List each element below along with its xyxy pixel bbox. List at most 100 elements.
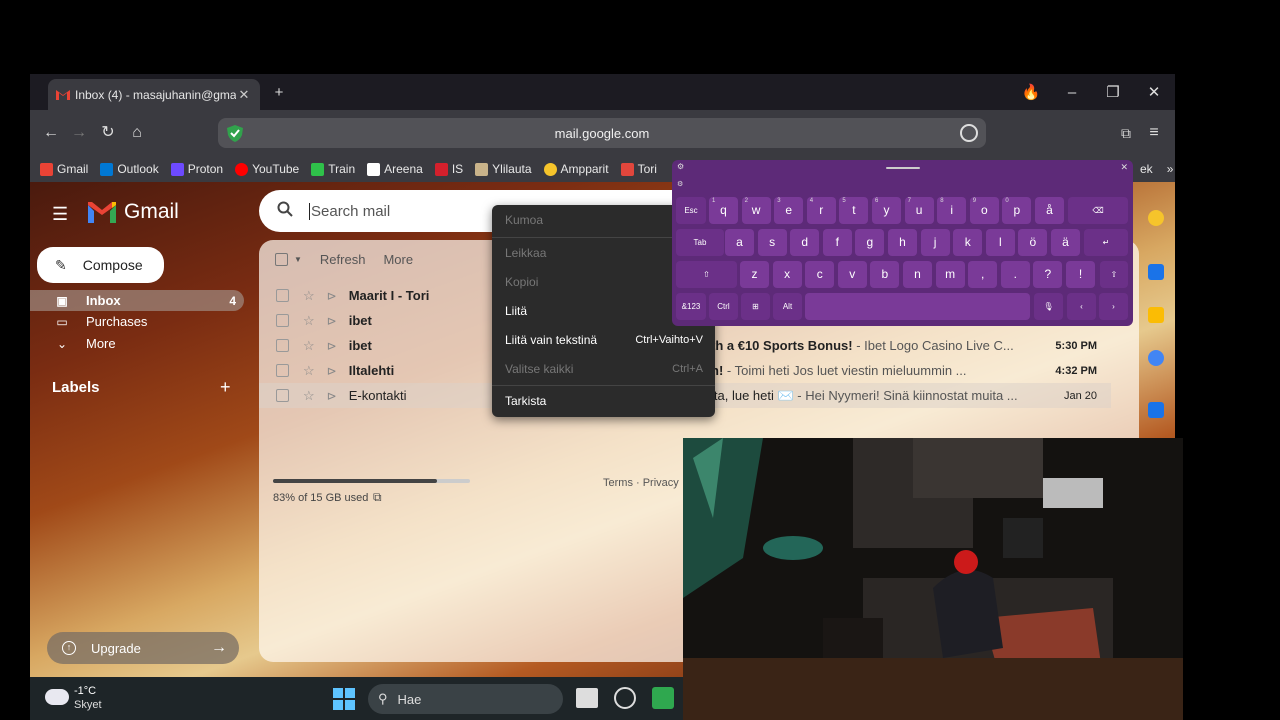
- key-alt[interactable]: Alt: [773, 293, 802, 320]
- flame-icon[interactable]: 🔥: [1020, 82, 1042, 104]
- key-5[interactable]: n: [903, 261, 932, 288]
- home-button[interactable]: ⌂: [126, 122, 148, 144]
- key-esc[interactable]: Esc: [676, 197, 706, 224]
- key-u[interactable]: u7: [904, 197, 934, 224]
- drag-handle[interactable]: [886, 167, 920, 169]
- address-bar[interactable]: mail.google.com: [218, 118, 986, 148]
- key-w[interactable]: w2: [741, 197, 771, 224]
- key-windows[interactable]: ⊞: [741, 293, 770, 320]
- reload-button[interactable]: ↻: [97, 122, 119, 144]
- key-o[interactable]: o9: [969, 197, 999, 224]
- key-1[interactable]: x: [772, 261, 802, 288]
- key-right[interactable]: ›: [1099, 293, 1128, 320]
- new-tab-button[interactable]: +: [268, 82, 290, 104]
- row-checkbox[interactable]: [276, 364, 289, 377]
- ctx-inspect[interactable]: Tarkista: [505, 391, 703, 411]
- browser-app-icon[interactable]: [614, 687, 636, 709]
- keep-icon[interactable]: [1148, 307, 1164, 323]
- star-icon[interactable]: ☆: [303, 388, 315, 404]
- star-icon[interactable]: ☆: [303, 363, 315, 379]
- key-j[interactable]: j: [920, 229, 950, 256]
- back-button[interactable]: ←: [40, 122, 62, 144]
- add-label-icon[interactable]: +: [220, 377, 231, 398]
- key-e[interactable]: e3: [774, 197, 804, 224]
- key-ctrl[interactable]: Ctrl: [709, 293, 738, 320]
- settings-icon[interactable]: ⚙: [677, 162, 684, 171]
- key-a[interactable]: a: [725, 229, 754, 256]
- row-checkbox[interactable]: [276, 289, 289, 302]
- key-shift-right[interactable]: ⇧: [1100, 261, 1128, 288]
- bookmarks-overflow[interactable]: ek»: [1140, 162, 1173, 176]
- key-i[interactable]: i8: [937, 197, 967, 224]
- key-3[interactable]: v: [837, 261, 867, 288]
- key-s[interactable]: s: [757, 229, 787, 256]
- forward-button[interactable]: →: [68, 122, 90, 144]
- tasks-icon[interactable]: [1148, 350, 1164, 366]
- key-g[interactable]: g: [855, 229, 885, 256]
- key-space[interactable]: [805, 293, 1030, 320]
- bookmark-outlook[interactable]: Outlook: [100, 162, 159, 176]
- close-window-button[interactable]: ✕: [1143, 82, 1165, 104]
- open-in-new-icon[interactable]: ⧉: [373, 490, 382, 505]
- bookmark-gmail[interactable]: Gmail: [40, 162, 88, 176]
- key-2[interactable]: c: [805, 261, 835, 288]
- key-d[interactable]: d: [790, 229, 820, 256]
- key-shift-left[interactable]: ⇧: [676, 261, 737, 288]
- restore-button[interactable]: ❐: [1102, 82, 1124, 104]
- key-k[interactable]: k: [953, 229, 983, 256]
- search-input[interactable]: Search mail: [309, 202, 390, 220]
- bookmark-is[interactable]: IS: [434, 162, 463, 176]
- wallets-icon[interactable]: ⧉: [1115, 122, 1137, 144]
- ai-assistant-icon[interactable]: [960, 124, 978, 142]
- star-icon[interactable]: ☆: [303, 288, 315, 304]
- bookmark-proton[interactable]: Proton: [170, 162, 223, 176]
- more-button[interactable]: More: [383, 252, 413, 267]
- key-microphone[interactable]: 🎙: [1034, 293, 1063, 320]
- key-l[interactable]: l: [985, 229, 1015, 256]
- contacts-icon[interactable]: [1148, 402, 1164, 418]
- bookmark-ampparit[interactable]: Ampparit: [543, 162, 609, 176]
- sidebar-item-more[interactable]: ⌄ More: [30, 333, 244, 354]
- important-icon[interactable]: ⊳: [327, 339, 337, 353]
- key-8[interactable]: .: [1000, 261, 1030, 288]
- gmail-logo[interactable]: Gmail: [88, 200, 179, 224]
- tab-close-icon[interactable]: ✕: [236, 87, 252, 103]
- key-ä[interactable]: ä: [1051, 229, 1080, 256]
- minimize-button[interactable]: –: [1061, 82, 1083, 104]
- select-dropdown-icon[interactable]: ▼: [294, 255, 302, 264]
- warning-icon[interactable]: [1148, 210, 1164, 226]
- key-10[interactable]: !: [1066, 261, 1095, 288]
- important-icon[interactable]: ⊳: [327, 289, 337, 303]
- key-h[interactable]: h: [888, 229, 917, 256]
- tab-gmail[interactable]: Inbox (4) - masajuhanin@gma ✕: [48, 79, 260, 110]
- row-checkbox[interactable]: [276, 389, 289, 402]
- menu-icon[interactable]: ≡: [1143, 122, 1165, 144]
- main-menu-icon[interactable]: ☰: [52, 204, 70, 225]
- key-backspace[interactable]: ⌫: [1068, 197, 1128, 224]
- bookmark-tori[interactable]: Tori: [620, 162, 657, 176]
- key-t[interactable]: t5: [839, 197, 869, 224]
- key-r[interactable]: r4: [806, 197, 836, 224]
- refresh-button[interactable]: Refresh: [320, 252, 366, 267]
- important-icon[interactable]: ⊳: [327, 314, 337, 328]
- terms-links[interactable]: Terms · Privacy ·: [603, 477, 686, 489]
- key-9[interactable]: ?: [1033, 261, 1063, 288]
- key-ö[interactable]: ö: [1018, 229, 1048, 256]
- key-q[interactable]: q1: [709, 197, 738, 224]
- key-4[interactable]: b: [870, 261, 900, 288]
- key-symbols[interactable]: &123: [676, 293, 706, 320]
- cloud-icon[interactable]: [45, 689, 69, 705]
- row-checkbox[interactable]: [276, 314, 289, 327]
- important-icon[interactable]: ⊳: [327, 389, 337, 403]
- key-7[interactable]: ,: [968, 261, 998, 288]
- star-icon[interactable]: ☆: [303, 313, 315, 329]
- calendar-icon[interactable]: [1148, 264, 1164, 280]
- key-enter[interactable]: ↵: [1084, 229, 1128, 256]
- key-å[interactable]: å: [1035, 197, 1064, 224]
- close-icon[interactable]: ✕: [1120, 162, 1128, 173]
- sidebar-item-purchases[interactable]: ▭ Purchases: [30, 311, 244, 332]
- bookmark-ylilauta[interactable]: Ylilauta: [475, 162, 532, 176]
- bookmark-train[interactable]: Train: [311, 162, 355, 176]
- taskbar-search[interactable]: ⚲ Hae: [368, 684, 563, 714]
- start-button[interactable]: [333, 688, 355, 710]
